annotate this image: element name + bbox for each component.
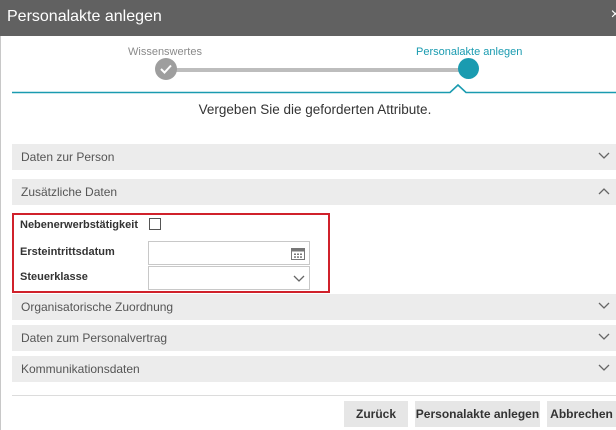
ersteintritt-field[interactable]: [148, 241, 310, 265]
section-daten-zum-personalvertrag[interactable]: Daten zum Personalvertrag: [12, 325, 616, 351]
footer-divider: [12, 395, 616, 396]
section-label: Zusätzliche Daten: [21, 185, 118, 199]
stepper-divider: [12, 83, 616, 94]
nebenerwerb-checkbox[interactable]: [149, 218, 161, 230]
dialog-border: [0, 36, 1, 430]
cancel-button[interactable]: Abbrechen: [547, 401, 616, 427]
step-done-check-icon[interactable]: [155, 58, 177, 80]
stepper-track: [168, 68, 468, 72]
step-current-icon: [458, 58, 479, 79]
close-icon[interactable]: ×: [611, 6, 616, 24]
section-organisatorische-zuordnung[interactable]: Organisatorische Zuordnung: [12, 294, 616, 320]
step-label-wissenswertes: Wissenswertes: [128, 46, 202, 58]
calendar-icon[interactable]: [291, 247, 305, 260]
nebenerwerb-label: Nebenerwerbstätigkeit: [20, 219, 138, 231]
chevron-down-icon: [598, 302, 610, 309]
create-personalakte-button[interactable]: Personalakte anlegen: [415, 401, 540, 427]
steuerklasse-label: Steuerklasse: [20, 271, 88, 283]
section-label: Daten zur Person: [21, 150, 115, 164]
section-daten-zur-person[interactable]: Daten zur Person: [12, 144, 616, 170]
section-label: Kommunikationsdaten: [21, 362, 140, 376]
step-label-personalakte: Personalakte anlegen: [416, 46, 523, 58]
chevron-down-icon: [293, 275, 305, 282]
dialog-title: Personalakte anlegen: [7, 8, 162, 25]
chevron-down-icon: [598, 333, 610, 340]
ersteintritt-label: Ersteintrittsdatum: [20, 246, 115, 258]
section-zusaetzliche-daten[interactable]: Zusätzliche Daten: [12, 179, 616, 205]
instruction-text: Vergeben Sie die geforderten Attribute.: [198, 102, 432, 117]
dialog-title-bar: Personalakte anlegen ×: [0, 0, 616, 36]
chevron-down-icon: [598, 364, 610, 371]
chevron-up-icon: [598, 188, 610, 195]
steuerklasse-select[interactable]: [148, 266, 310, 290]
section-label: Daten zum Personalvertrag: [21, 331, 168, 345]
section-kommunikationsdaten[interactable]: Kommunikationsdaten: [12, 356, 616, 382]
section-label: Organisatorische Zuordnung: [21, 300, 174, 314]
chevron-down-icon: [598, 152, 610, 159]
back-button[interactable]: Zurück: [344, 401, 408, 427]
